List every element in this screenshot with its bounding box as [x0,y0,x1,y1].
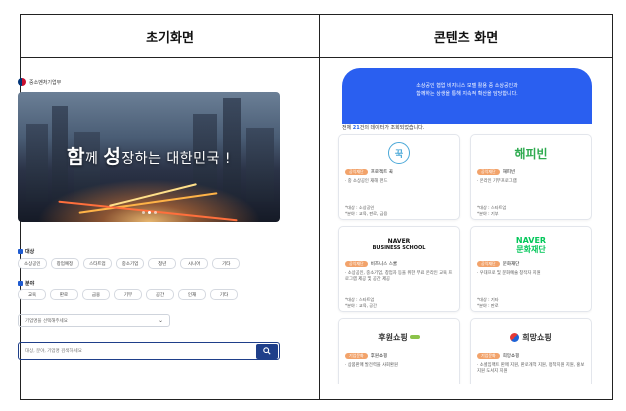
leaf-icon [409,335,420,339]
naver-foundation-logo: NAVER 문화재단 [515,236,547,254]
target-chip[interactable]: 소상공인 [18,258,47,269]
field-chip[interactable]: 금융 [82,289,110,300]
target-chip[interactable]: 기타 [212,258,241,269]
target-chips: 소상공인 창업예정 스타트업 중소기업 청년 시니어 기타 [18,258,241,269]
category-tag: 공익재단 [477,261,500,267]
card-title: 비즈니스 스쿨 [370,262,398,267]
card-logo: 꾹 [339,141,459,165]
card-title: 문화재단 [502,262,520,267]
result-count: 전체 21건의 데이터가 조회되었습니다. [342,125,425,131]
category-tag: 기업문화 [345,353,368,359]
carousel-dot[interactable] [141,211,145,214]
card-meta: *대상 : 소상공인 *분야 : 교육, 판로, 금융 [345,205,388,216]
carousel-dot[interactable] [153,211,157,214]
banner-line: 함께하는 상생을 통해 지속적 확산을 담당합니다. [416,91,518,97]
carousel-indicator[interactable] [18,211,280,214]
category-tag: 공익재단 [345,169,368,175]
huwon-shopping-logo: 후원쇼핑 [378,332,408,342]
card-description: · 상품판매 발전력을 사회환원 [345,363,398,368]
hope-shopping-logo: 희망쇼핑 [522,332,552,342]
naver-business-school-logo: NAVER BUSINESS SCHOOL [372,238,426,251]
field-chip[interactable]: 기타 [210,289,238,300]
card-title: 해피빈 [502,170,516,175]
card-logo: NAVER 문화재단 [471,233,591,257]
target-chip[interactable]: 창업예정 [50,258,80,269]
card-description: · 소상공인, 중소기업, 창업자 등을 위한 무료 온라인 교육 프로그램 제… [345,271,453,282]
card-logo: 해피빈 [471,141,591,165]
company-select-placeholder: 기업명을 선택해주세요 [25,318,68,324]
card-logo: 후원쇼핑 [339,325,459,349]
chevron-down-icon: ⌄ [157,317,163,324]
card-meta: *대상 : 스타트업 *분야 : 기부 [477,205,507,216]
government-emblem-icon [18,78,26,86]
card-meta: *대상 : 기타 *분야 : 판로 [477,297,499,308]
field-chips: 교육 판로 금융 기부 공간 인재 기타 [18,289,238,300]
target-chip[interactable]: 스타트업 [83,258,112,269]
card-title: 프로젝트 꾹 [370,170,393,175]
hero-banner[interactable]: 함께 성장하는 대한민국 ! [18,92,280,222]
target-filter-label: 대상 [18,248,34,255]
left-column-header: 초기화면 [146,30,194,46]
search-button[interactable] [256,343,278,359]
right-column-header: 콘텐츠 화면 [433,30,499,46]
target-chip[interactable]: 중소기업 [115,258,145,269]
card-title: 희망쇼핑 [502,354,520,359]
checkbox-icon [18,249,23,254]
search-input[interactable] [19,347,256,355]
field-chip[interactable]: 공간 [146,289,174,300]
happybean-logo: 해피빈 [514,146,548,161]
target-chip[interactable]: 시니어 [180,258,209,269]
company-card[interactable]: NAVER 문화재단 공익재단 문화재단 · 우대프로 및 문화예술 창작자 지… [470,226,592,312]
category-tag: 공익재단 [477,169,500,175]
card-description: · 중 소상공인 재해 펀드 [345,179,388,184]
search-icon [263,347,271,355]
card-description: · 우대프로 및 문화예술 창작자 지원 [477,271,541,276]
ministry-logo[interactable]: 중소벤처기업부 [18,76,280,88]
category-tag: 기업문화 [477,353,500,359]
field-chip[interactable]: 인재 [178,289,206,300]
card-meta: *대상 : 스타트업 *분야 : 교육, 공간 [345,297,377,308]
card-logo: 희망쇼핑 [471,325,591,349]
company-card[interactable]: NAVER BUSINESS SCHOOL 공익재단 비즈니스 스쿨 · 소상공… [338,226,460,312]
card-title: 후원쇼핑 [370,354,388,359]
card-logo: NAVER BUSINESS SCHOOL [339,233,459,257]
intro-banner: 소상공인 협업 비지니스 모델 활용 중 소상공인과 함께하는 상생을 통해 지… [342,68,592,124]
card-description: · 소셜임팩트 판매 지원, 판로개척 지원, 정착지원 지원, 홍보지원 도서… [477,363,585,374]
field-chip[interactable]: 기부 [114,289,142,300]
heart-icon [510,332,520,342]
ministry-name: 중소벤처기업부 [29,79,62,86]
initial-screen: 중소벤처기업부 함께 성장하는 대한민국 ! 대상 소상공인 창업예정 스타트업… [18,76,280,372]
content-screen: 소상공인 협업 비지니스 모델 활용 중 소상공인과 함께하는 상생을 통해 지… [320,58,592,384]
field-chip[interactable]: 판로 [50,289,78,300]
hero-slogan: 함께 성장하는 대한민국 ! [67,146,231,168]
company-select[interactable]: 기업명을 선택해주세요 ⌄ [18,314,170,327]
banner-line: 소상공인 협업 비지니스 모델 활용 중 소상공인과 [416,83,518,89]
search-bar [18,342,280,360]
company-card[interactable]: 해피빈 공익재단 해피빈 · 온라인 기부프로그램 *대상 : 스타트업 *분야… [470,134,592,220]
company-card[interactable]: 꾹 공익재단 프로젝트 꾹 · 중 소상공인 재해 펀드 *대상 : 소상공인 … [338,134,460,220]
card-description: · 온라인 기부프로그램 [477,179,517,184]
field-chip[interactable]: 교육 [18,289,46,300]
field-filter-label: 분야 [18,280,34,287]
company-card[interactable]: 후원쇼핑 기업문화 후원쇼핑 · 상품판매 발전력을 사회환원 [338,318,460,384]
kkuk-logo-icon: 꾹 [388,142,410,164]
target-chip[interactable]: 청년 [148,258,177,269]
category-tag: 공익재단 [345,261,368,267]
carousel-dot-active[interactable] [147,211,151,214]
checkbox-icon [18,281,23,286]
company-card[interactable]: 희망쇼핑 기업문화 희망쇼핑 · 소셜임팩트 판매 지원, 판로개척 지원, 정… [470,318,592,384]
